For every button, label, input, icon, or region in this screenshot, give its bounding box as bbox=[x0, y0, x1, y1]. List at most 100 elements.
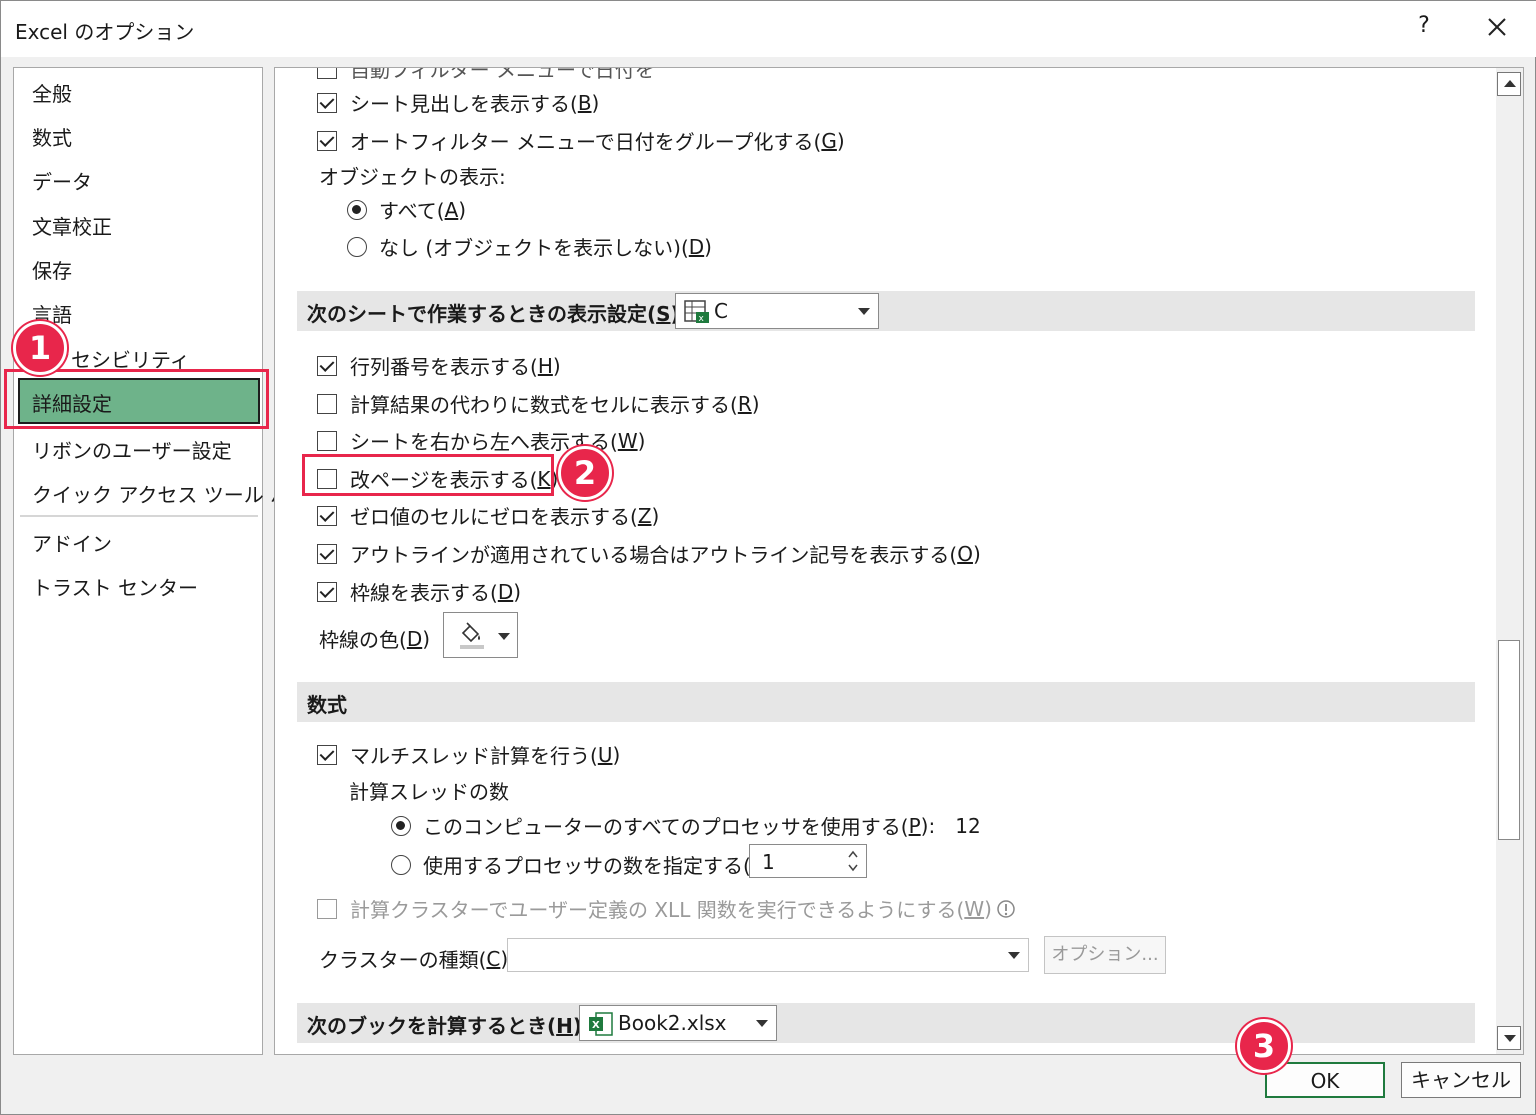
excel-options-dialog: Excel のオプション ? 全般 数式 データ 文章校正 保存 言語 アクセシ… bbox=[0, 0, 1536, 1115]
scroll-down-button[interactable] bbox=[1497, 1026, 1521, 1050]
gridline-color-picker[interactable] bbox=[443, 612, 518, 658]
group-dates-option[interactable]: オートフィルター メニューで日付をグループ化する(G) bbox=[317, 126, 845, 155]
close-button[interactable] bbox=[1481, 9, 1513, 45]
sidebar-item-quick-access-toolbar[interactable]: クイック アクセス ツール バー bbox=[32, 479, 310, 508]
objects-none-option[interactable]: なし (オブジェクトを表示しない)(D) bbox=[347, 232, 712, 261]
help-button[interactable]: ? bbox=[1411, 13, 1437, 38]
sheet-option-row[interactable]: ゼロ値のセルにゼロを表示する(Z) bbox=[317, 501, 659, 530]
objects-all-option[interactable]: すべて(A) bbox=[347, 195, 466, 224]
show-sheet-tabs-checkbox[interactable] bbox=[317, 92, 337, 113]
processor-count-value: 1 bbox=[762, 850, 775, 874]
cluster-udf-option[interactable]: 計算クラスターでユーザー定義の XLL 関数を実行できるようにする(W) bbox=[317, 894, 1016, 923]
show-sheet-tabs-option[interactable]: シート見出しを表示する(B) bbox=[317, 88, 599, 117]
accelerator-key: R bbox=[737, 391, 752, 416]
step-1-badge: 1 bbox=[13, 321, 67, 375]
accelerator-key: D bbox=[497, 579, 514, 604]
paint-bucket-icon bbox=[460, 622, 484, 649]
step-3-badge: 3 bbox=[1237, 1019, 1291, 1073]
arrow-down-icon bbox=[1504, 1035, 1516, 1042]
svg-text:x: x bbox=[699, 314, 705, 324]
cut-off-option-label: 自動フィルター メニューで日付を bbox=[350, 67, 655, 82]
multithread-option[interactable]: マルチスレッド計算を行う(U) bbox=[317, 740, 620, 769]
accelerator-key: W bbox=[617, 428, 638, 453]
workbook-select-value: Book2.xlsx bbox=[618, 1011, 727, 1035]
chevron-down-icon bbox=[858, 308, 870, 315]
multithread-label: マルチスレッド計算を行う( bbox=[350, 744, 598, 768]
chevron-down-icon bbox=[1008, 952, 1020, 959]
sheet-select-dropdown[interactable]: x C bbox=[675, 293, 879, 329]
cluster-udf-label: 計算クラスターでユーザー定義の XLL 関数を実行できるようにする( bbox=[350, 898, 965, 922]
sheet-select-value: C bbox=[714, 299, 728, 323]
show-formulas-label: 計算結果の代わりに数式をセルに表示する( bbox=[350, 393, 738, 417]
accelerator-key: D bbox=[688, 234, 705, 259]
sidebar-item-addins[interactable]: アドイン bbox=[32, 528, 112, 557]
accelerator-key: Z bbox=[637, 503, 652, 528]
chevron-down-icon bbox=[756, 1020, 768, 1027]
sidebar-item-formulas[interactable]: 数式 bbox=[32, 122, 72, 151]
cut-off-option: 自動フィルター メニューで日付を bbox=[317, 67, 655, 83]
objects-none-radio[interactable] bbox=[347, 236, 367, 257]
use-all-processors-radio[interactable] bbox=[391, 815, 411, 836]
cluster-udf-checkbox[interactable] bbox=[317, 898, 337, 919]
scrollbar-thumb[interactable] bbox=[1498, 640, 1520, 840]
use-all-processors-label: このコンピューターのすべてのプロセッサを使用する( bbox=[423, 815, 909, 839]
vertical-scrollbar[interactable] bbox=[1496, 68, 1523, 1054]
show-sheet-tabs-label: シート見出しを表示する( bbox=[350, 92, 578, 116]
highlight-advanced bbox=[4, 369, 269, 429]
group-dates-checkbox[interactable] bbox=[317, 130, 337, 151]
workbook-section-header: 次のブックを計算するとき(H): X Book2.xlsx bbox=[297, 1003, 1475, 1043]
cluster-options-button[interactable]: オプション... bbox=[1044, 936, 1166, 974]
chevron-down-icon bbox=[498, 633, 510, 640]
show-headers-checkbox[interactable] bbox=[317, 355, 337, 376]
show-gridlines-label: 枠線を表示する( bbox=[350, 581, 498, 605]
sidebar-item-data[interactable]: データ bbox=[32, 166, 92, 195]
threads-heading: 計算スレッドの数 bbox=[349, 780, 509, 804]
accelerator-key: U bbox=[597, 742, 613, 767]
group-dates-label: オートフィルター メニューで日付をグループ化する( bbox=[350, 130, 822, 154]
svg-text:X: X bbox=[592, 1020, 600, 1031]
manual-processors-label: 使用するプロセッサの数を指定する( bbox=[423, 854, 751, 878]
sidebar-item-save[interactable]: 保存 bbox=[32, 255, 72, 284]
sheet-option-row[interactable]: 行列番号を表示する(H) bbox=[317, 351, 561, 380]
cancel-button[interactable]: キャンセル bbox=[1401, 1062, 1521, 1098]
use-all-processors-option[interactable]: このコンピューターのすべてのプロセッサを使用する(P): 12 bbox=[391, 811, 981, 840]
manual-processors-option[interactable]: 使用するプロセッサの数を指定する(M): bbox=[391, 850, 783, 879]
ok-button[interactable]: OK bbox=[1265, 1062, 1385, 1098]
sheet-option-row[interactable]: アウトラインが適用されている場合はアウトライン記号を表示する(O) bbox=[317, 539, 981, 568]
sidebar-item-trust-center[interactable]: トラスト センター bbox=[32, 572, 198, 601]
highlight-page-breaks bbox=[302, 454, 554, 496]
sidebar-divider bbox=[20, 515, 258, 517]
sheet-icon: x bbox=[684, 300, 709, 324]
scroll-up-button[interactable] bbox=[1497, 72, 1521, 96]
multithread-checkbox[interactable] bbox=[317, 744, 337, 765]
processor-count: 12 bbox=[955, 813, 981, 838]
outline-symbols-checkbox[interactable] bbox=[317, 543, 337, 564]
sheet-option-row[interactable]: 計算結果の代わりに数式をセルに表示する(R) bbox=[317, 389, 760, 418]
right-to-left-checkbox[interactable] bbox=[317, 430, 337, 451]
processor-count-stepper[interactable]: 1 bbox=[749, 844, 867, 878]
objects-all-label: すべて( bbox=[379, 199, 445, 223]
title-bar: Excel のオプション ? bbox=[1, 1, 1536, 57]
sidebar-item-general[interactable]: 全般 bbox=[32, 78, 72, 107]
sheet-option-row[interactable]: 枠線を表示する(D) bbox=[317, 577, 521, 606]
outline-symbols-label: アウトラインが適用されている場合はアウトライン記号を表示する( bbox=[350, 543, 958, 567]
show-zero-label: ゼロ値のセルにゼロを表示する( bbox=[350, 505, 638, 529]
accelerator-key: H bbox=[537, 353, 553, 378]
manual-processors-radio[interactable] bbox=[391, 854, 411, 875]
show-zero-checkbox[interactable] bbox=[317, 505, 337, 526]
workbook-select-dropdown[interactable]: X Book2.xlsx bbox=[579, 1005, 777, 1041]
formula-section-header: 数式 bbox=[297, 682, 1475, 722]
window-title: Excel のオプション bbox=[15, 20, 195, 44]
show-gridlines-checkbox[interactable] bbox=[317, 581, 337, 602]
info-icon bbox=[997, 899, 1015, 918]
show-headers-label: 行列番号を表示する( bbox=[350, 355, 538, 379]
cluster-type-dropdown[interactable] bbox=[507, 938, 1029, 972]
sidebar-item-proofing[interactable]: 文章校正 bbox=[32, 211, 112, 240]
cut-off-checkbox[interactable] bbox=[317, 68, 337, 79]
objects-all-radio[interactable] bbox=[347, 199, 367, 220]
show-formulas-checkbox[interactable] bbox=[317, 393, 337, 414]
advanced-options-panel: 自動フィルター メニューで日付を シート見出しを表示する(B) オートフィルター… bbox=[274, 67, 1524, 1055]
sidebar-item-customize-ribbon[interactable]: リボンのユーザー設定 bbox=[32, 435, 232, 464]
spin-arrows-icon[interactable] bbox=[846, 849, 860, 873]
accelerator-key: A bbox=[444, 197, 459, 222]
